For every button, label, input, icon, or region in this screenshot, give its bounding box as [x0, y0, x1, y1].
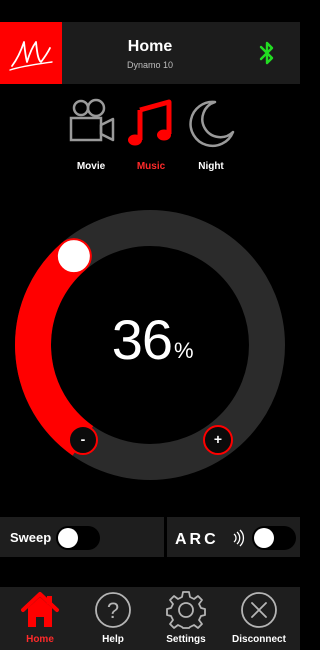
- nav-item-disconnect[interactable]: Disconnect: [229, 590, 289, 648]
- toggle-divider: [164, 517, 167, 557]
- bluetooth-icon[interactable]: [256, 40, 278, 66]
- mode-label: Movie: [76, 161, 106, 172]
- sweep-toggle[interactable]: [56, 526, 100, 550]
- nav-label: Disconnect: [232, 634, 286, 645]
- home-icon: [21, 592, 59, 627]
- nav-label: Settings: [166, 634, 206, 645]
- nav-item-settings[interactable]: Settings: [156, 590, 216, 648]
- dial-handle[interactable]: [55, 238, 92, 275]
- mode-movie[interactable]: Movie: [61, 98, 121, 178]
- mode-label: Night: [198, 161, 224, 172]
- volume-up-button[interactable]: +: [203, 425, 233, 455]
- mode-night[interactable]: Night: [181, 98, 241, 178]
- nav-item-home[interactable]: Home: [10, 590, 70, 648]
- settings-gear-icon: [166, 591, 206, 629]
- volume-unit: %: [174, 338, 194, 363]
- volume-down-button[interactable]: -: [68, 425, 98, 455]
- help-icon: ?: [95, 592, 131, 628]
- movie-camera-icon: [69, 98, 115, 142]
- arc-label: ARC: [175, 531, 219, 548]
- disconnect-icon: [241, 592, 277, 628]
- device-name: Dynamo 10: [126, 60, 174, 70]
- signature-logo-icon: [9, 41, 53, 71]
- music-note-icon: [128, 99, 172, 146]
- logo: [0, 22, 62, 84]
- nav-item-help[interactable]: ? Help: [83, 590, 143, 648]
- nav-label: Help: [102, 634, 124, 645]
- svg-text:?: ?: [107, 598, 119, 623]
- sweep-label: Sweep: [10, 530, 52, 545]
- arc-logo: ARC: [175, 528, 251, 548]
- crescent-moon-icon: [189, 100, 235, 148]
- mode-label: Music: [136, 161, 166, 172]
- dial-level-arc: [15, 242, 94, 456]
- nav-label: Home: [26, 634, 54, 645]
- arc-toggle[interactable]: [252, 526, 296, 550]
- toggle-knob: [254, 528, 274, 548]
- mode-music[interactable]: Music: [121, 98, 181, 178]
- arc-wordmark-icon: ARC: [175, 529, 245, 548]
- toggle-knob: [58, 528, 78, 548]
- page-title: Home: [127, 38, 173, 55]
- volume-value: 36: [111, 308, 173, 371]
